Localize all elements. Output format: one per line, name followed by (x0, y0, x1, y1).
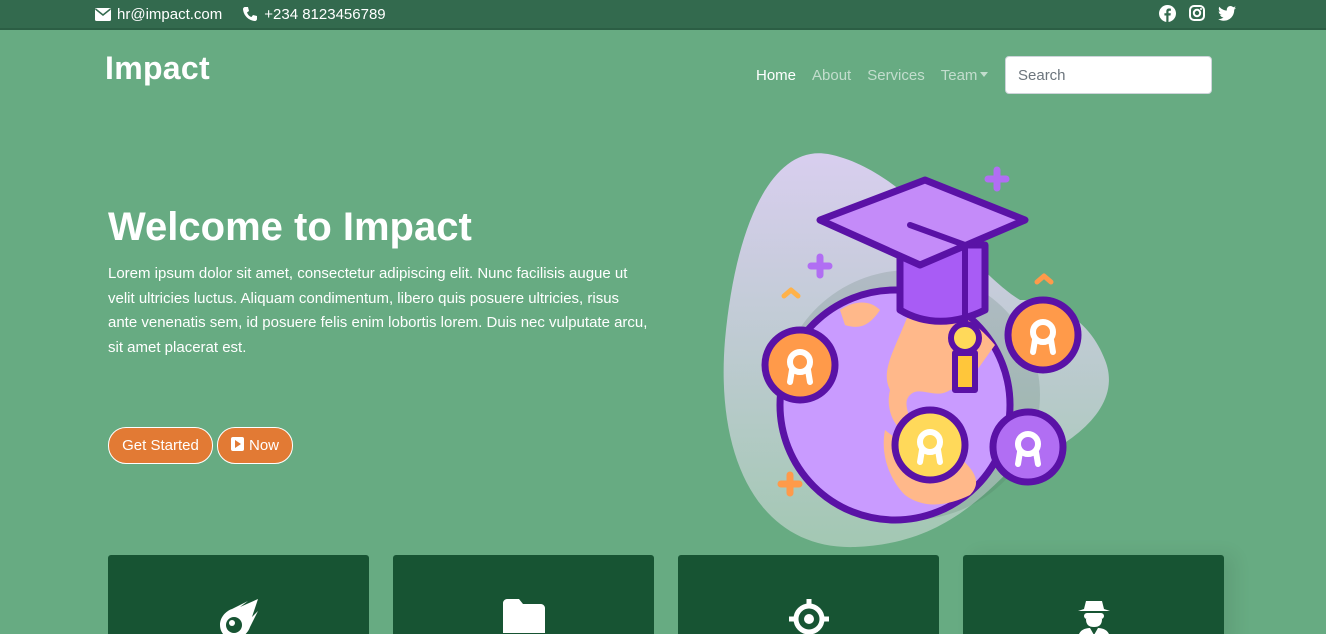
get-started-button[interactable]: Get Started (108, 427, 213, 464)
play-now-button[interactable]: Now (217, 427, 293, 464)
feature-card[interactable] (678, 555, 939, 634)
nav-services[interactable]: Services (867, 67, 925, 84)
envelope-icon (95, 7, 111, 21)
hero-description: Lorem ipsum dolor sit amet, consectetur … (108, 265, 648, 356)
phone-icon (242, 6, 258, 22)
social-links (1159, 0, 1236, 26)
feature-card[interactable] (393, 555, 654, 634)
nav-about[interactable]: About (812, 67, 851, 84)
contact-info: hr@impact.com +234 8123456789 (95, 0, 386, 28)
nav-home[interactable]: Home (756, 67, 796, 84)
caret-down-icon (980, 72, 989, 78)
hero-title: Welcome to Impact (108, 205, 472, 249)
nav-team-label: Team (940, 67, 978, 84)
phone-text: +234 8123456789 (264, 5, 386, 23)
search-input[interactable] (1005, 56, 1212, 94)
nav-team-dropdown[interactable]: Team (941, 67, 989, 84)
play-now-label: Now (248, 437, 279, 454)
email-text: hr@impact.com (117, 5, 223, 23)
phone-item[interactable]: +234 8123456789 (242, 5, 386, 23)
twitter-icon[interactable] (1218, 5, 1236, 21)
email-item[interactable]: hr@impact.com (95, 6, 222, 23)
facebook-icon[interactable] (1159, 4, 1176, 22)
main-nav: Home About Services Team (756, 67, 989, 84)
play-icon (230, 436, 244, 455)
feature-card[interactable] (108, 555, 369, 634)
crosshairs-icon (788, 599, 829, 634)
folder-icon (502, 599, 545, 634)
top-bar: hr@impact.com +234 8123456789 (0, 0, 1326, 30)
feature-card[interactable] (963, 555, 1224, 634)
user-secret-icon (1076, 599, 1112, 634)
brand-logo[interactable]: Impact (105, 50, 210, 87)
hero-illustration (720, 150, 1120, 550)
instagram-icon[interactable] (1189, 5, 1205, 21)
meteor-icon (218, 599, 260, 634)
